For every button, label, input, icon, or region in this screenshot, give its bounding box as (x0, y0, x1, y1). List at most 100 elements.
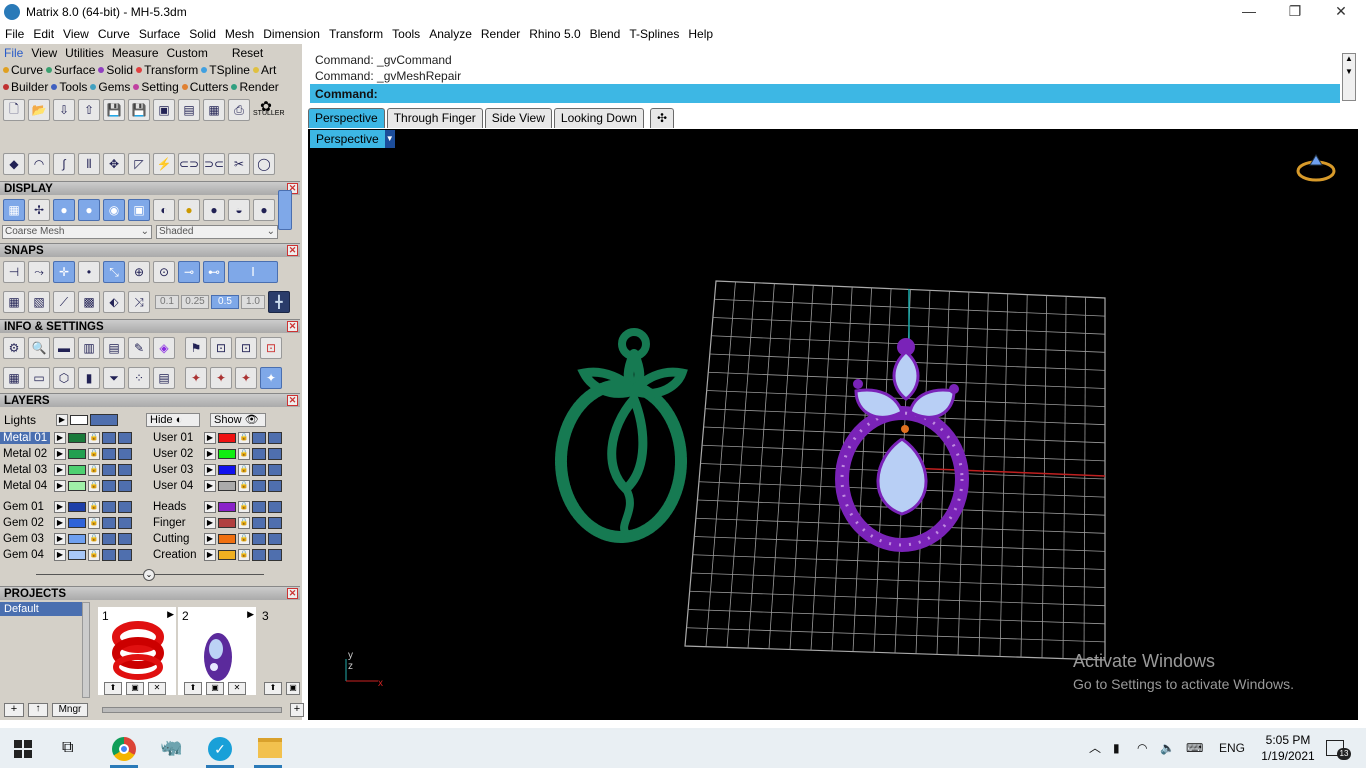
export-icon[interactable]: ⇧ (78, 99, 100, 121)
chevron-up-icon[interactable]: ︿ (1089, 728, 1101, 768)
notepad-icon[interactable]: ▤ (153, 367, 175, 389)
volume-icon[interactable]: 🔈 (1160, 728, 1175, 768)
keyboard-icon[interactable]: ⌨ (1186, 728, 1203, 768)
chevron-up-icon[interactable]: ▲ (1343, 54, 1355, 63)
layer-row[interactable]: Cutting ▶ 🔒 (150, 531, 282, 547)
leftmenu-custom[interactable]: Custom (163, 46, 212, 60)
manager-button[interactable]: Mngr (52, 703, 88, 717)
layer-name[interactable]: Gem 03 (0, 533, 50, 545)
upload-icon[interactable]: ⬆ (104, 682, 122, 695)
layer-render-toggle[interactable] (118, 533, 132, 545)
layer-color-swatch[interactable] (218, 433, 236, 443)
layer-color-swatch[interactable] (68, 502, 86, 512)
layer-render-toggle[interactable] (118, 464, 132, 476)
expand-arrow-icon[interactable]: ▶ (204, 432, 216, 444)
command-scrollbar[interactable]: ▲ ▼ (1342, 53, 1356, 101)
tab-side-view[interactable]: Side View (484, 108, 552, 128)
layer-color-swatch[interactable] (218, 534, 236, 544)
gumball-icon[interactable]: ⤨ (128, 291, 150, 313)
lock-icon[interactable]: 🔒 (238, 517, 250, 529)
filter-icon[interactable]: ⏷ (103, 367, 125, 389)
save-icon[interactable]: 💾 (103, 99, 125, 121)
reflect-icon[interactable]: ◒ (228, 199, 250, 221)
tab-art[interactable]: Art (261, 63, 276, 77)
layer-name[interactable]: Metal 01 (0, 432, 50, 444)
cylinder-icon[interactable]: ▮ (78, 367, 100, 389)
layer-visibility-toggle[interactable] (252, 464, 266, 476)
leftmenu-utilities[interactable]: Utilities (61, 46, 108, 60)
delete-icon[interactable]: ✕ (148, 682, 166, 695)
snap-value-0-25[interactable]: 0.25 (181, 295, 209, 309)
restore-button[interactable]: ❐ (1272, 0, 1318, 23)
rect-select-icon[interactable]: ⊡ (210, 337, 232, 359)
pencil-icon[interactable]: ✎ (128, 337, 150, 359)
layer-row[interactable]: User 04 ▶ 🔒 (150, 478, 282, 494)
tab-gems[interactable]: Gems (98, 80, 130, 94)
perp-snap-icon[interactable]: ⊙ (153, 261, 175, 283)
lights-color[interactable] (70, 414, 88, 425)
open-folder-icon[interactable]: 📂 (28, 99, 50, 121)
layer-visibility-toggle[interactable] (102, 501, 116, 513)
expand-arrow-icon[interactable]: ▶ (204, 533, 216, 545)
hide-button[interactable]: Hide ◐ (146, 412, 200, 427)
lock-icon[interactable]: 🔒 (238, 480, 250, 492)
tab-transform[interactable]: Transform (144, 63, 198, 77)
add-project-button[interactable]: + (4, 703, 24, 717)
windows-start-icon[interactable] (14, 740, 32, 758)
layer-color-swatch[interactable] (218, 481, 236, 491)
layer-render-toggle[interactable] (268, 464, 282, 476)
expand-arrow-icon[interactable]: ▶ (54, 501, 66, 513)
figure-2-icon[interactable]: ✦ (210, 367, 232, 389)
print-icon[interactable]: ⎙ (228, 99, 250, 121)
crosshair-icon[interactable]: ╋ (268, 291, 290, 313)
expand-arrow-icon[interactable]: ▶ (204, 549, 216, 561)
bookmark-icon[interactable]: ⚑ (185, 337, 207, 359)
layer-name[interactable]: Metal 04 (0, 480, 50, 492)
layer-row[interactable]: Finger ▶ 🔒 (150, 515, 282, 531)
int-snap-icon[interactable]: ⊕ (128, 261, 150, 283)
upload-icon[interactable]: ⬆ (184, 682, 202, 695)
menu-file[interactable]: File (0, 27, 28, 41)
layer-color-swatch[interactable] (218, 449, 236, 459)
lock-icon[interactable]: 🔒 (88, 501, 100, 513)
layer-render-toggle[interactable] (118, 501, 132, 513)
cube-purple-icon[interactable]: ◈ (153, 337, 175, 359)
lock-icon[interactable]: 🔒 (88, 533, 100, 545)
expand-arrow-icon[interactable]: ▶ (204, 448, 216, 460)
zoom-icon[interactable]: 🔍 (28, 337, 50, 359)
shapes-icon[interactable]: ◆ (3, 153, 25, 175)
expand-arrow-icon[interactable]: ▶ (54, 517, 66, 529)
expand-arrow-icon[interactable]: ▶ (54, 464, 66, 476)
layer-name[interactable]: Metal 03 (0, 464, 50, 476)
figure-active-icon[interactable]: ✦ (260, 367, 282, 389)
layer-visibility-toggle[interactable] (102, 549, 116, 561)
save-icon[interactable]: ▣ (206, 682, 224, 695)
layer-row[interactable]: Metal 02 ▶ 🔒 (0, 446, 132, 462)
layer-row[interactable]: User 02 ▶ 🔒 (150, 446, 282, 462)
layer-visibility-toggle[interactable] (102, 480, 116, 492)
layer-visibility-toggle[interactable] (102, 517, 116, 529)
language-indicator[interactable]: ENG (1219, 728, 1245, 768)
lights-toggle[interactable] (90, 413, 118, 426)
lock-icon[interactable]: 🔒 (88, 517, 100, 529)
menu-analyze[interactable]: Analyze (424, 27, 476, 41)
join-icon[interactable]: ⊂⊃ (178, 153, 200, 175)
layer-visibility-toggle[interactable] (102, 464, 116, 476)
leftmenu-measure[interactable]: Measure (108, 46, 163, 60)
save-icon[interactable]: ▣ (126, 682, 144, 695)
layer-visibility-toggle[interactable] (252, 517, 266, 529)
tab-render[interactable]: Render (239, 80, 278, 94)
lock-icon[interactable]: 🔒 (238, 533, 250, 545)
menu-dimension[interactable]: Dimension (258, 27, 324, 41)
mid-snap-icon[interactable]: • (78, 261, 100, 283)
rendered-sphere-icon[interactable]: ● (78, 199, 100, 221)
layer-visibility-toggle[interactable] (102, 533, 116, 545)
tab-builder[interactable]: Builder (11, 80, 48, 94)
point-snap-icon[interactable]: ✛ (53, 261, 75, 283)
layer-row[interactable]: Gem 01 ▶ 🔒 (0, 499, 132, 515)
project-default[interactable]: Default (0, 602, 82, 616)
move-up-button[interactable]: ↑ (28, 703, 48, 717)
layer-name[interactable]: Metal 02 (0, 448, 50, 460)
ring-orientation-icon[interactable] (1296, 151, 1336, 183)
snap-value-1-0[interactable]: 1.0 (241, 295, 265, 309)
